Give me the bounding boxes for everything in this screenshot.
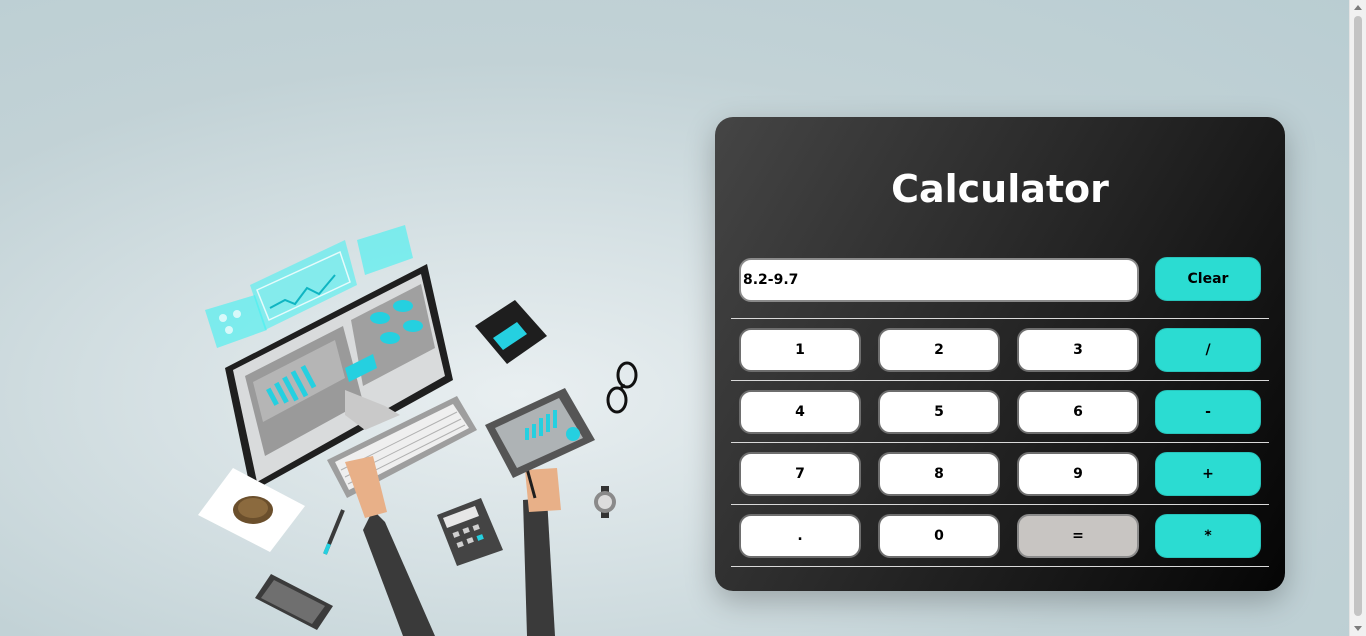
digit-8-button[interactable]: 8	[878, 452, 1000, 496]
calculator-panel: Calculator Clear 123 / 456- 789 +. 0 = *	[715, 117, 1285, 591]
keypad-row: 7 8 9 +	[731, 443, 1269, 505]
digit-4-button[interactable]: 4	[739, 390, 861, 434]
digit-9-button[interactable]: 9	[1017, 452, 1139, 496]
coffee-cup-icon	[198, 468, 305, 552]
subtract-button[interactable]: -	[1155, 390, 1261, 434]
divide-button[interactable]: /	[1155, 328, 1261, 372]
calculator-icon	[437, 498, 503, 566]
calculator-keypad: Clear 123 / 456- 789 +. 0 = *	[731, 257, 1269, 567]
scroll-up-arrow-icon[interactable]	[1354, 5, 1362, 10]
notebook-icon	[475, 300, 547, 364]
digit-7-button[interactable]: 7	[739, 452, 861, 496]
keypad-row: . 0 = *	[731, 505, 1269, 567]
digit-5-button[interactable]: 5	[878, 390, 1000, 434]
digit-2-button[interactable]: 2	[878, 328, 1000, 372]
digit-6-button[interactable]: 6	[1017, 390, 1139, 434]
calculator-display[interactable]	[739, 258, 1139, 302]
display-row: Clear	[731, 257, 1269, 319]
decimal-button[interactable]: .	[739, 514, 861, 558]
pen-icon	[323, 509, 345, 555]
digit-1-button[interactable]: 1	[739, 328, 861, 372]
keypad-row: 456-	[731, 381, 1269, 443]
equals-button[interactable]: =	[1017, 514, 1139, 558]
smartphone-icon	[255, 574, 333, 630]
eyeglasses-icon	[606, 361, 638, 414]
workspace-illustration	[195, 220, 685, 636]
tablet-icon	[485, 388, 595, 478]
scroll-thumb[interactable]	[1354, 16, 1362, 616]
wristwatch-icon	[594, 486, 616, 518]
add-button[interactable]: +	[1155, 452, 1261, 496]
clear-button[interactable]: Clear	[1155, 257, 1261, 301]
scroll-down-arrow-icon[interactable]	[1354, 626, 1362, 631]
digit-3-button[interactable]: 3	[1017, 328, 1139, 372]
multiply-button[interactable]: *	[1155, 514, 1261, 558]
calculator-title: Calculator	[891, 167, 1109, 211]
digit-0-button[interactable]: 0	[878, 514, 1000, 558]
keypad-row: 1 2 3 /	[731, 319, 1269, 381]
vertical-scrollbar[interactable]	[1349, 0, 1366, 636]
